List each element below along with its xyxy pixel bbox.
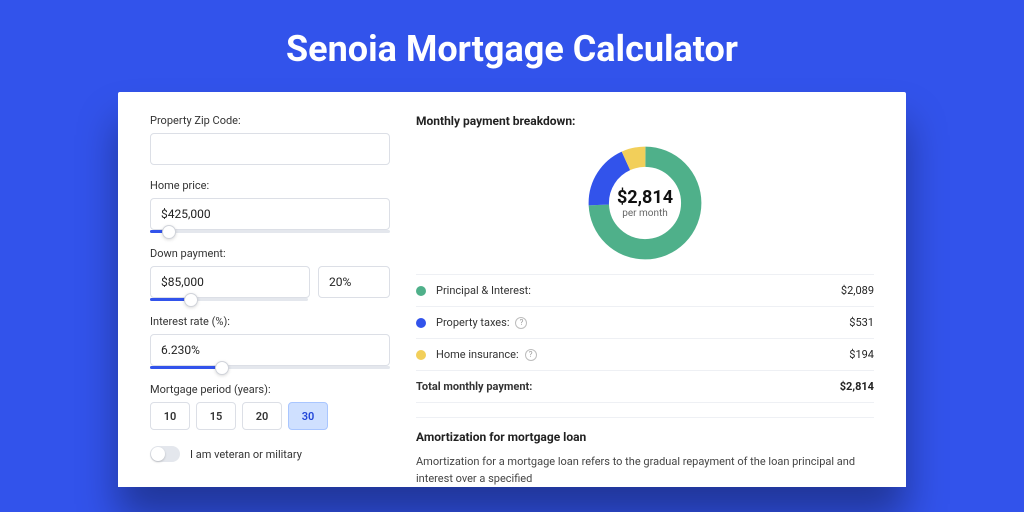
legend-label-total: Total monthly payment: <box>416 380 840 393</box>
info-icon[interactable]: ? <box>525 349 537 361</box>
zip-label: Property Zip Code: <box>150 114 390 127</box>
down-payment-slider-thumb[interactable] <box>184 293 198 307</box>
veteran-toggle[interactable] <box>150 446 180 462</box>
home-price-slider[interactable] <box>150 230 390 233</box>
period-btn-10[interactable]: 10 <box>150 402 190 430</box>
legend-value-total: $2,814 <box>840 380 874 393</box>
info-icon[interactable]: ? <box>515 317 527 329</box>
breakdown-legend: Principal & Interest: $2,089 Property ta… <box>416 274 874 403</box>
legend-value-taxes: $531 <box>849 316 874 329</box>
legend-row-total: Total monthly payment: $2,814 <box>416 371 874 403</box>
donut-chart-wrap: $2,814 per month <box>416 136 874 274</box>
donut-center: $2,814 per month <box>584 142 706 264</box>
donut-chart: $2,814 per month <box>584 142 706 264</box>
legend-row-insurance: Home insurance: ? $194 <box>416 339 874 371</box>
interest-rate-field: Interest rate (%): <box>150 315 390 369</box>
home-price-slider-thumb[interactable] <box>162 225 176 239</box>
period-btn-20[interactable]: 20 <box>242 402 282 430</box>
calculator-card: Property Zip Code: Home price: Down paym… <box>118 92 906 487</box>
zip-input[interactable] <box>150 133 390 165</box>
down-payment-slider[interactable] <box>150 298 308 301</box>
interest-rate-label: Interest rate (%): <box>150 315 390 328</box>
interest-rate-slider-thumb[interactable] <box>215 361 229 375</box>
period-btn-15[interactable]: 15 <box>196 402 236 430</box>
down-payment-label: Down payment: <box>150 247 390 260</box>
legend-label-taxes-text: Property taxes: <box>436 316 509 329</box>
home-price-input[interactable] <box>150 198 390 230</box>
zip-field: Property Zip Code: <box>150 114 390 165</box>
amortization-body: Amortization for a mortgage loan refers … <box>416 454 874 487</box>
mortgage-period-field: Mortgage period (years): 10 15 20 30 <box>150 383 390 430</box>
interest-rate-slider[interactable] <box>150 366 390 369</box>
legend-dot-insurance <box>416 350 426 360</box>
veteran-toggle-label: I am veteran or military <box>190 448 302 461</box>
down-payment-pct-input[interactable] <box>318 266 390 298</box>
veteran-toggle-knob <box>151 447 165 461</box>
interest-rate-slider-fill <box>150 366 222 369</box>
legend-label-insurance-text: Home insurance: <box>436 348 519 361</box>
legend-dot-taxes <box>416 318 426 328</box>
home-price-label: Home price: <box>150 179 390 192</box>
legend-value-insurance: $194 <box>849 348 874 361</box>
interest-rate-input[interactable] <box>150 334 390 366</box>
legend-label-insurance: Home insurance: ? <box>436 348 849 361</box>
breakdown-panel: Monthly payment breakdown: $2,814 per mo… <box>416 114 874 487</box>
breakdown-title: Monthly payment breakdown: <box>416 114 874 128</box>
mortgage-period-group: 10 15 20 30 <box>150 402 390 430</box>
legend-label-principal: Principal & Interest: <box>436 284 841 297</box>
veteran-row: I am veteran or military <box>150 446 390 462</box>
legend-value-principal: $2,089 <box>841 284 874 297</box>
legend-row-principal: Principal & Interest: $2,089 <box>416 275 874 307</box>
legend-row-taxes: Property taxes: ? $531 <box>416 307 874 339</box>
donut-center-value: $2,814 <box>617 187 673 208</box>
home-price-field: Home price: <box>150 179 390 233</box>
amortization-title: Amortization for mortgage loan <box>416 430 874 444</box>
amortization-section: Amortization for mortgage loan Amortizat… <box>416 417 874 487</box>
period-btn-30[interactable]: 30 <box>288 402 328 430</box>
page-title: Senoia Mortgage Calculator <box>0 0 1024 92</box>
donut-center-sub: per month <box>622 208 668 219</box>
down-payment-field: Down payment: <box>150 247 390 301</box>
mortgage-period-label: Mortgage period (years): <box>150 383 390 396</box>
legend-dot-principal <box>416 286 426 296</box>
legend-label-taxes: Property taxes: ? <box>436 316 849 329</box>
form-panel: Property Zip Code: Home price: Down paym… <box>150 114 390 487</box>
down-payment-input[interactable] <box>150 266 310 298</box>
